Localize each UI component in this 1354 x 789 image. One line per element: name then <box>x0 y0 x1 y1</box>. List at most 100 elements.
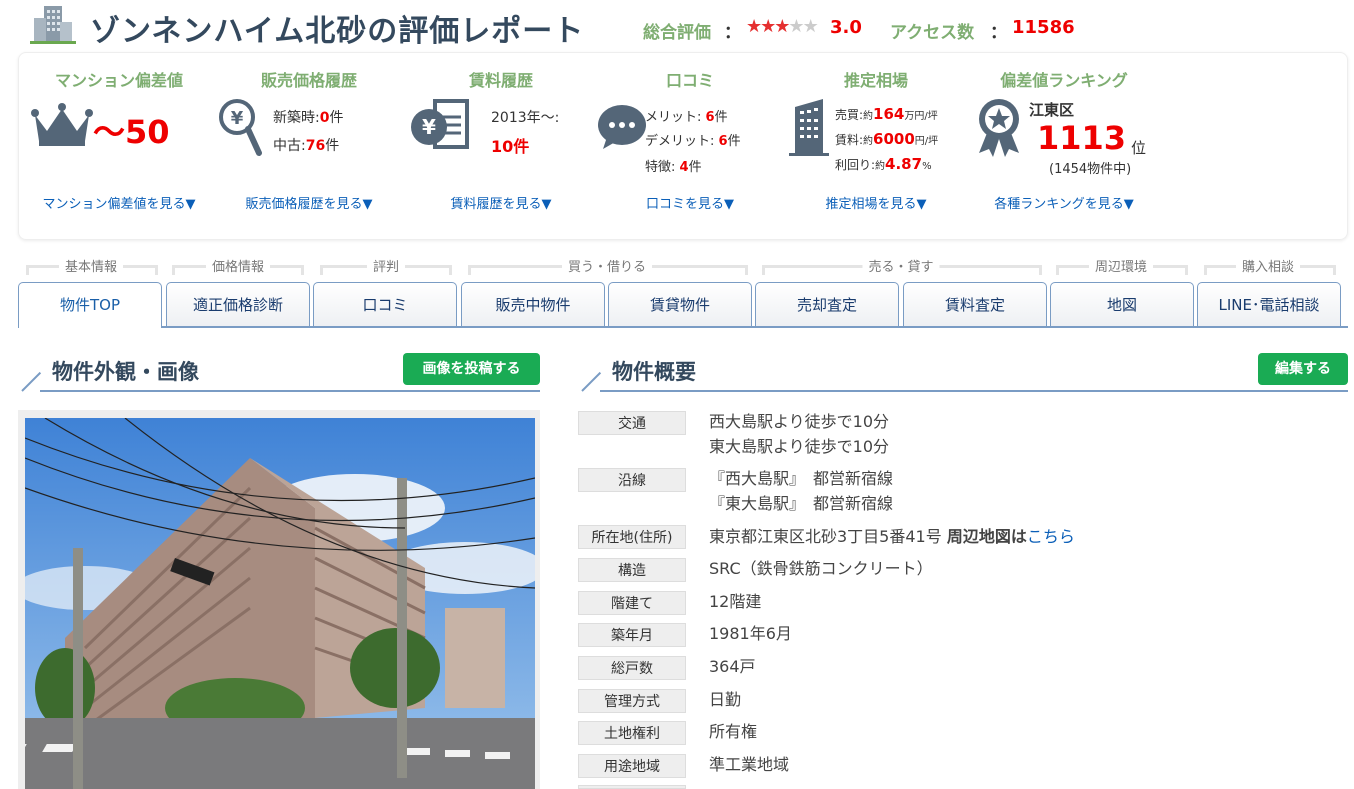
yen-magnifier-icon: ¥ <box>219 99 262 156</box>
deviation-title: マンション偏差値 <box>54 71 183 90</box>
star-icon: ★ <box>788 16 804 37</box>
tab-sale-appraisal[interactable]: 売却査定 <box>755 282 899 326</box>
speech-bubble-icon <box>598 105 646 149</box>
rating-label: 総合評価 <box>643 23 711 43</box>
overview-value-access-2: 東大島駅より徒歩で10分 <box>709 437 890 456</box>
market-sale: 売買:約164万円/坪 <box>835 105 938 123</box>
rating-colon: ： <box>724 23 741 43</box>
reviews-title: 口コミ <box>665 71 714 90</box>
reviews-merit: メリット: 6件 <box>645 110 728 125</box>
reviews-feature: 特徴: 4件 <box>645 160 702 175</box>
heading-slash <box>581 371 602 392</box>
photo-section-title: 物件外観・画像 <box>52 360 199 384</box>
sales-history-title: 販売価格履歴 <box>260 71 357 90</box>
address-text: 東京都江東区北砂3丁目5番41号 <box>709 527 942 546</box>
overview-value-built: 1981年6月 <box>709 624 792 643</box>
tab-rentals[interactable]: 賃貸物件 <box>608 282 752 326</box>
overview-label-access: 交通 <box>578 411 686 435</box>
overview-value-management: 日勤 <box>709 690 742 709</box>
map-link[interactable]: こちら <box>1027 527 1075 546</box>
category-consult: 購入相談 <box>1235 256 1301 275</box>
sales-history-link[interactable]: 販売価格履歴を見る▼ <box>219 193 399 212</box>
category-surroundings: 周辺環境 <box>1088 256 1154 275</box>
summary-rent-history: 賃料履歴 ¥ 2013年～: 10件 賃料履歴を見る▼ <box>401 53 601 239</box>
overview-label-address: 所在地(住所) <box>578 525 686 549</box>
overview-value-line-2: 『東大島駅』 都営新宿線 <box>709 494 894 513</box>
tab-rent-appraisal[interactable]: 賃料査定 <box>903 282 1047 326</box>
overview-value-land-rights: 所有権 <box>709 722 758 741</box>
ranking-area: 江東区 <box>1029 101 1075 119</box>
market-title: 推定相場 <box>843 71 908 90</box>
category-price: 価格情報 <box>205 256 271 275</box>
overview-value-access-1: 西大島駅より徒歩で10分 <box>709 412 890 431</box>
tab-line-phone[interactable]: LINE･電話相談 <box>1197 282 1341 326</box>
overview-value-zoning: 準工業地域 <box>709 755 790 774</box>
access-label: アクセス数 <box>890 23 975 43</box>
reviews-link[interactable]: 口コミを見る▼ <box>597 193 783 212</box>
overview-label-built: 築年月 <box>578 623 686 647</box>
map-label: 周辺地図は <box>946 527 1027 546</box>
overview-label-line: 沿線 <box>578 468 686 492</box>
overview-value-structure: SRC（鉄骨鉄筋コンクリート） <box>709 559 933 578</box>
svg-text:¥: ¥ <box>231 108 244 129</box>
ranking-title: 偏差値ランキング <box>1000 71 1128 90</box>
summary-market: 推定相場 売買:約164万円/坪 賃料:約6000円/坪 利回り:約4.87% … <box>783 53 969 239</box>
overview-label-units: 総戸数 <box>578 656 686 680</box>
ranking-rank: 1113 <box>1037 119 1127 157</box>
medal-icon <box>979 99 1019 157</box>
photo-section-rule <box>40 390 540 392</box>
ranking-total: (1454物件中) <box>1049 162 1132 177</box>
rent-document-icon: ¥ <box>411 99 469 149</box>
category-basic: 基本情報 <box>58 256 124 275</box>
building-icon <box>30 6 76 44</box>
tab-reviews[interactable]: 口コミ <box>313 282 457 326</box>
tab-price-diagnosis[interactable]: 適正価格診断 <box>166 282 310 326</box>
rent-history-title: 賃料履歴 <box>468 71 533 90</box>
summary-ranking: 偏差値ランキング 江東区 1113 位 (1454物件中) 各種ランキングを見る… <box>969 53 1159 239</box>
ranking-unit: 位 <box>1131 139 1147 157</box>
deviation-value: ～50 <box>93 113 170 151</box>
edit-button[interactable]: 編集する <box>1258 353 1348 385</box>
category-sell-lend: 売る・貸す <box>862 256 940 275</box>
overview-label-management: 管理方式 <box>578 689 686 713</box>
access-count: 11586 <box>1012 17 1075 38</box>
access-colon: ： <box>990 23 1007 43</box>
ranking-link[interactable]: 各種ランキングを見る▼ <box>969 193 1159 212</box>
reviews-demerit: デメリット: 6件 <box>645 134 741 149</box>
market-link[interactable]: 推定相場を見る▼ <box>783 193 969 212</box>
rent-history-link[interactable]: 賃料履歴を見る▼ <box>401 193 601 212</box>
tab-property-top[interactable]: 物件TOP <box>18 282 162 328</box>
rating-stars: ★★★★★ <box>746 16 819 37</box>
crown-icon <box>31 103 93 146</box>
overview-label-floors: 階建て <box>578 591 686 615</box>
rating-value: 3.0 <box>830 17 862 38</box>
overview-value-floors: 12階建 <box>709 592 762 611</box>
post-image-button[interactable]: 画像を投稿する <box>403 353 540 385</box>
heading-slash <box>21 371 42 392</box>
overview-value-units: 364戸 <box>709 657 756 676</box>
overview-label-structure: 構造 <box>578 558 686 582</box>
star-icon: ★ <box>746 16 762 37</box>
category-reputation: 評判 <box>366 256 406 275</box>
svg-text:¥: ¥ <box>422 115 436 139</box>
rent-count: 10件 <box>491 137 530 156</box>
overview-label-land-rights: 土地権利 <box>578 721 686 745</box>
summary-panel: マンション偏差値 ～50 マンション偏差値を見る▼ 販売価格履歴 ¥ 新築時:0… <box>18 52 1348 240</box>
star-icon: ★ <box>802 16 819 37</box>
overview-label-zoning: 用途地域 <box>578 754 686 778</box>
tab-for-sale[interactable]: 販売中物件 <box>461 282 605 326</box>
overview-section-title: 物件概要 <box>612 360 696 384</box>
office-building-icon <box>789 99 829 156</box>
deviation-link[interactable]: マンション偏差値を見る▼ <box>19 193 219 212</box>
building-photo[interactable] <box>25 418 535 789</box>
market-yield: 利回り:約4.87% <box>835 155 932 173</box>
summary-sales-history: 販売価格履歴 ¥ 新築時:0件 中古:76件 販売価格履歴を見る▼ <box>219 53 399 239</box>
sales-used: 中古:76件 <box>273 138 340 154</box>
overview-value-line-1: 『西大島駅』 都営新宿線 <box>709 469 894 488</box>
summary-deviation: マンション偏差値 ～50 マンション偏差値を見る▼ <box>19 53 219 239</box>
star-icon: ★ <box>760 16 776 37</box>
page-title: ゾンネンハイム北砂の評価レポート <box>90 14 585 49</box>
summary-reviews: 口コミ メリット: 6件 デメリット: 6件 特徴: 4件 口コミを見る▼ <box>597 53 783 239</box>
tab-map[interactable]: 地図 <box>1050 282 1194 326</box>
market-rent: 賃料:約6000円/坪 <box>835 130 939 148</box>
